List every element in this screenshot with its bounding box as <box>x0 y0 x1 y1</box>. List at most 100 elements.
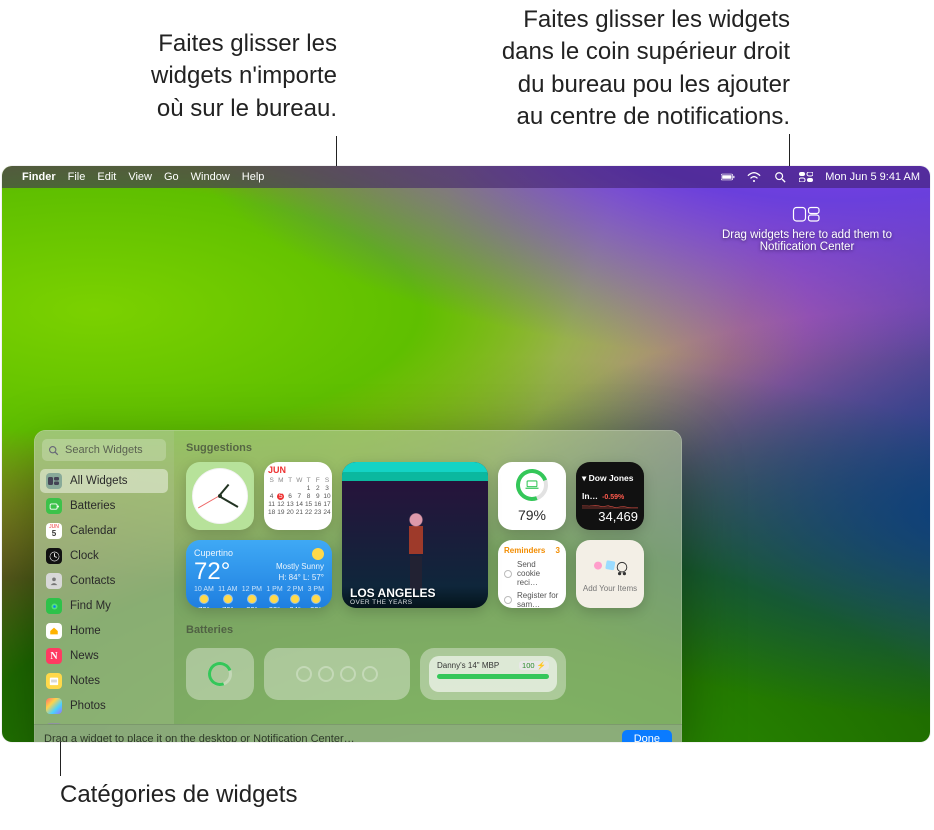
weather-hilo: H: 84° L: 57° <box>278 573 324 582</box>
category-clock[interactable]: Clock <box>40 544 168 568</box>
weather-hourly: 10 AM72° 11 AM76° 12 PM80° 1 PM83° 2 PM8… <box>194 586 324 608</box>
stocks-delta: -0.59% <box>602 494 624 501</box>
widgets-glyph-icon <box>792 206 822 224</box>
menubar-clock[interactable]: Mon Jun 5 9:41 AM <box>825 171 920 183</box>
second-hand <box>198 496 219 509</box>
desktop-screenshot: Finder File Edit View Go Window Help Mon… <box>2 166 930 742</box>
category-all-widgets[interactable]: All Widgets <box>40 469 168 493</box>
hour-temp: 76° <box>222 605 233 608</box>
category-label: News <box>70 650 99 662</box>
stocks-value: 34,469 <box>582 509 638 524</box>
menubar-item-file[interactable]: File <box>68 171 86 183</box>
hour-temp: 72° <box>198 605 209 608</box>
clock-icon <box>46 548 62 564</box>
category-notes[interactable]: Notes <box>40 669 168 693</box>
callout-right: Faites glisser les widgets dans le coin … <box>440 4 790 134</box>
hour-time: 3 PM <box>308 586 324 593</box>
battery-status-icon[interactable] <box>721 172 735 182</box>
category-podcasts[interactable]: Podcasts <box>40 719 168 724</box>
callout-bottom-text: Catégories de widgets <box>60 781 297 808</box>
weather-condition: Mostly Sunny <box>276 562 324 571</box>
category-calendar[interactable]: JUN5 Calendar <box>40 519 168 543</box>
dow: S <box>268 477 275 484</box>
reminder-text: Register for sam… <box>517 591 560 608</box>
search-icon <box>48 445 59 456</box>
dow: T <box>286 477 293 484</box>
photo-memory-subtitle: OVER THE YEARS <box>350 599 412 606</box>
category-label: Find My <box>70 600 111 612</box>
category-find-my[interactable]: Find My <box>40 594 168 618</box>
batteries-row: Danny's 14" MBP100 ⚡ <box>186 648 670 700</box>
photo-memory-title: LOS ANGELES <box>350 586 436 600</box>
dow: F <box>314 477 321 484</box>
battery-bar-pct: 100 <box>522 661 535 670</box>
notification-center-drop-hint: Drag widgets here to add them to Notific… <box>702 206 912 253</box>
footer-hint: Drag a widget to place it on the desktop… <box>44 733 355 743</box>
calendar-icon: JUN5 <box>46 523 62 539</box>
widget-freeform[interactable]: Add Your Items <box>576 540 644 608</box>
hour-time: 11 AM <box>218 586 237 593</box>
search-placeholder: Search Widgets <box>65 444 143 456</box>
dow: M <box>277 477 284 484</box>
widget-photos-memory[interactable]: LOS ANGELES OVER THE YEARS <box>342 462 488 608</box>
widget-gallery-footer: Drag a widget to place it on the desktop… <box>34 724 682 742</box>
spotlight-icon[interactable] <box>773 171 787 183</box>
hour-time: 12 PM <box>242 586 262 593</box>
category-label: Clock <box>70 550 99 562</box>
reminders-count: 3 <box>556 546 560 555</box>
category-home[interactable]: Home <box>40 619 168 643</box>
battery-bar-card: Danny's 14" MBP100 ⚡ <box>429 656 557 692</box>
clock-face <box>192 468 248 524</box>
widget-stocks[interactable]: ▾ Dow Jones In…-0.59% 34,469 <box>576 462 644 530</box>
dow: S <box>323 477 330 484</box>
battery-ring-icon <box>208 662 232 686</box>
callout-bottom: Catégories de widgets <box>60 781 297 809</box>
category-label: Calendar <box>70 525 117 537</box>
battery-tile-bar[interactable]: Danny's 14" MBP100 ⚡ <box>420 648 566 700</box>
category-label: Contacts <box>70 575 115 587</box>
widget-clock[interactable] <box>186 462 254 530</box>
calendar-month: JUN <box>268 465 328 475</box>
category-label: All Widgets <box>70 475 128 487</box>
category-contacts[interactable]: Contacts <box>40 569 168 593</box>
widget-weather[interactable]: Cupertino 72° Mostly Sunny H: 84° L: 57° <box>186 540 332 608</box>
widget-calendar[interactable]: JUN SMTWTFS 123 45678910 11121314151617 … <box>264 462 332 530</box>
menubar-item-go[interactable]: Go <box>164 171 179 183</box>
freeform-label: Add Your Items <box>583 584 637 593</box>
batteries-icon <box>46 498 62 514</box>
battery-tile-multi[interactable] <box>264 648 410 700</box>
hour-time: 10 AM <box>194 586 214 593</box>
menubar-item-edit[interactable]: Edit <box>97 171 116 183</box>
section-batteries-header: Batteries <box>186 624 670 636</box>
category-photos[interactable]: Photos <box>40 694 168 718</box>
widget-reminders[interactable]: Reminders3 Send cookie reci… Register fo… <box>498 540 566 608</box>
hour-temp: 80° <box>246 605 257 608</box>
news-icon: N <box>46 648 62 664</box>
hour-time: 2 PM <box>287 586 303 593</box>
menubar: Finder File Edit View Go Window Help Mon… <box>2 166 930 188</box>
menubar-item-window[interactable]: Window <box>191 171 230 183</box>
widget-battery[interactable]: 79% <box>498 462 566 530</box>
home-icon <box>46 623 62 639</box>
category-batteries[interactable]: Batteries <box>40 494 168 518</box>
hour-time: 1 PM <box>266 586 282 593</box>
freeform-doodle-icon <box>590 556 630 580</box>
wifi-icon[interactable] <box>747 172 761 183</box>
dow: T <box>305 477 312 484</box>
find-my-icon <box>46 598 62 614</box>
weather-sun-icon <box>312 548 324 560</box>
battery-tile-single[interactable] <box>186 648 254 700</box>
done-button[interactable]: Done <box>622 730 672 743</box>
menubar-item-help[interactable]: Help <box>242 171 265 183</box>
category-news[interactable]: N News <box>40 644 168 668</box>
menubar-app-name[interactable]: Finder <box>22 171 56 183</box>
category-label: Batteries <box>70 500 115 512</box>
section-suggestions-header: Suggestions <box>186 442 670 454</box>
search-widgets-field[interactable]: Search Widgets <box>42 439 166 461</box>
weather-location: Cupertino <box>194 548 233 558</box>
laptop-icon <box>526 480 539 490</box>
reminder-item: Register for sam… <box>504 589 560 608</box>
menubar-item-view[interactable]: View <box>128 171 152 183</box>
control-center-icon[interactable] <box>799 172 813 182</box>
callout-right-text: Faites glisser les widgets dans le coin … <box>502 6 790 130</box>
